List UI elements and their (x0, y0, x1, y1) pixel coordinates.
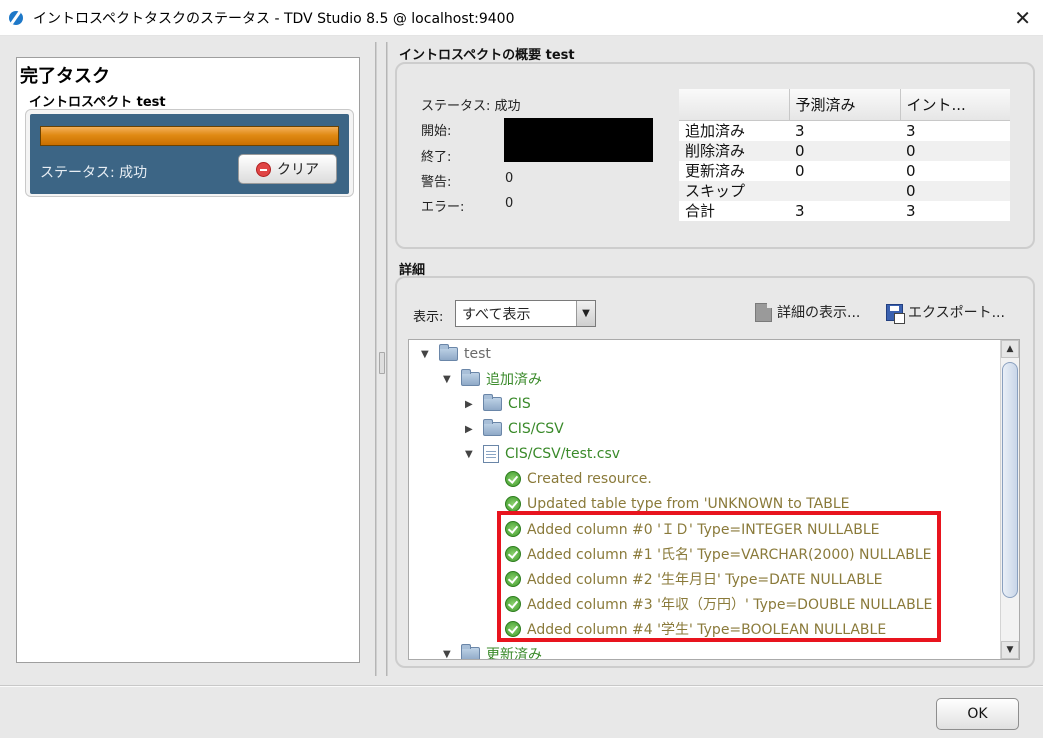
tree-item[interactable]: ▼ 更新済み (443, 644, 542, 660)
task-name: イントロスペクト test (29, 95, 166, 110)
table-row: 更新済み 0 0 (679, 161, 1010, 181)
remove-icon (256, 161, 271, 177)
pane-splitter[interactable] (375, 42, 389, 676)
vertical-scrollbar[interactable]: ▲ ▼ (1000, 340, 1019, 659)
warnings-value: 0 (505, 171, 514, 186)
folder-icon (461, 644, 480, 659)
summary-status: ステータス: 成功 (421, 99, 521, 114)
table-cell: 合計 (685, 201, 716, 220)
window-title: イントロスペクトタスクのステータス - TDV Studio 8.5 @ loc… (33, 10, 515, 27)
expand-down-icon[interactable]: ▼ (465, 449, 473, 460)
stats-header-introspected[interactable]: イント... (900, 89, 1010, 121)
stats-header-predicted[interactable]: 予測済み (789, 89, 901, 121)
tree-item-label: test (464, 346, 491, 362)
filter-select[interactable]: すべて表示 ▼ (455, 300, 596, 327)
start-label: 開始: (421, 124, 452, 139)
summary-title: イントロスペクトの概要 test (399, 48, 575, 63)
folder-icon (483, 394, 502, 411)
expand-down-icon[interactable]: ▼ (421, 349, 429, 360)
clear-button[interactable]: クリア (238, 154, 337, 184)
table-cell: 3 (795, 121, 805, 140)
warnings-label: 警告: (421, 175, 452, 190)
table-cell: 0 (906, 161, 916, 180)
scroll-up-icon[interactable]: ▲ (1001, 340, 1019, 358)
filter-select-value: すべて表示 (462, 306, 531, 323)
dialog-body: 完了タスク イントロスペクト test ステータス: 成功 クリア イントロスペ… (0, 36, 1043, 738)
tree-item-label: Updated table type from 'UNKNOWN to TABL… (527, 496, 850, 512)
stats-header-row: 予測済み イント... (679, 89, 1010, 121)
tree-item[interactable]: ▼ test (421, 344, 491, 364)
tree-item-label: CIS/CSV/test.csv (505, 446, 621, 462)
folder-icon (483, 419, 502, 436)
table-cell (789, 180, 900, 201)
task-status: ステータス: 成功 (40, 165, 148, 181)
tree-item[interactable]: ▶ CIS/CSV (465, 419, 564, 439)
stats-table: 予測済み イント... 追加済み 3 3 削除済み 0 0 更新済み 0 0 ス… (679, 89, 1010, 221)
table-cell: 更新済み (685, 161, 746, 180)
ok-button[interactable]: OK (936, 698, 1019, 730)
errors-value: 0 (505, 196, 514, 211)
table-cell: 0 (900, 140, 1010, 161)
folder-icon (439, 344, 458, 361)
table-row: 削除済み 0 0 (679, 140, 1010, 161)
task-card: ステータス: 成功 クリア (25, 109, 354, 197)
expand-down-icon[interactable]: ▼ (443, 374, 451, 385)
tree-item[interactable]: ▶ CIS (465, 394, 531, 414)
completed-tasks-heading: 完了タスク (20, 66, 110, 87)
tree-item[interactable]: ▼ CIS/CSV/test.csv (465, 444, 621, 464)
splitter-grip-icon[interactable] (379, 352, 385, 374)
chevron-down-icon[interactable]: ▼ (576, 301, 595, 326)
save-icon (886, 303, 905, 324)
export-label: エクスポート... (908, 305, 1005, 321)
end-label: 終了: (421, 150, 452, 165)
table-cell: 0 (795, 161, 805, 180)
expand-right-icon[interactable]: ▶ (465, 424, 473, 435)
table-row: スキップ 0 (679, 180, 1010, 201)
show-details-button[interactable]: 詳細の表示... (755, 302, 860, 322)
splitter-line-left (375, 42, 377, 676)
file-icon (483, 445, 499, 463)
tree-item[interactable]: ▼ 追加済み (443, 369, 542, 389)
highlight-box (497, 511, 941, 642)
app-logo-icon (9, 10, 23, 25)
folder-icon (461, 369, 480, 386)
details-icon (755, 302, 772, 322)
tree-item-label: Created resource. (527, 471, 652, 487)
table-cell: スキップ (679, 180, 789, 201)
table-cell: 3 (906, 201, 916, 220)
table-cell: 削除済み (679, 140, 789, 161)
title-bar: イントロスペクトタスクのステータス - TDV Studio 8.5 @ loc… (0, 0, 1043, 36)
table-row: 追加済み 3 3 (679, 120, 1010, 141)
table-cell: 追加済み (685, 121, 746, 140)
redacted-timestamps (504, 118, 653, 162)
expand-down-icon[interactable]: ▼ (443, 649, 451, 660)
splitter-line-right (386, 42, 388, 676)
tree-item-label: CIS (508, 396, 531, 412)
expand-right-icon[interactable]: ▶ (465, 399, 473, 410)
show-details-label: 詳細の表示... (777, 305, 861, 321)
tree-item-label: 追加済み (486, 372, 542, 388)
tree-item-label: CIS/CSV (508, 421, 564, 437)
task-card-body: ステータス: 成功 クリア (30, 114, 349, 194)
scroll-down-icon[interactable]: ▼ (1001, 641, 1019, 659)
close-icon[interactable]: ✕ (1014, 6, 1031, 30)
stats-header-blank[interactable] (679, 89, 790, 121)
table-cell: 3 (795, 201, 805, 220)
ok-icon (505, 496, 521, 512)
show-label: 表示: (413, 310, 444, 325)
tree-item[interactable]: Created resource. (505, 469, 652, 489)
progress-bar (40, 126, 339, 146)
errors-label: エラー: (421, 200, 465, 215)
table-cell: 3 (906, 121, 916, 140)
completed-tasks-panel: 完了タスク イントロスペクト test ステータス: 成功 クリア (16, 57, 360, 663)
table-row: 合計 3 3 (679, 201, 1010, 221)
footer-divider (0, 685, 1043, 687)
ok-icon (505, 471, 521, 487)
table-cell: 0 (900, 180, 1010, 201)
tree-item-label: 更新済み (486, 647, 542, 660)
export-button[interactable]: エクスポート... (886, 302, 1005, 324)
scroll-thumb[interactable] (1002, 362, 1018, 598)
table-cell: 0 (789, 140, 900, 161)
clear-button-label: クリア (277, 162, 319, 178)
